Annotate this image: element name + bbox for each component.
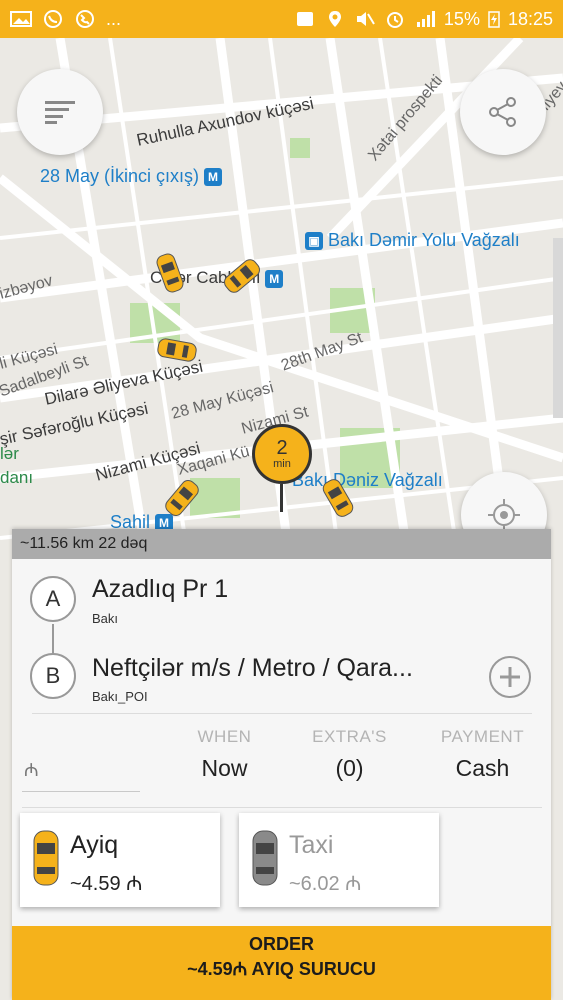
metro-icon: M <box>204 168 223 187</box>
crosshair-icon <box>488 499 520 531</box>
clock: 18:25 <box>507 8 553 29</box>
taxi-car-icon <box>33 830 59 886</box>
eta-pin: 2 min <box>252 424 312 514</box>
add-stop-button[interactable] <box>489 656 531 698</box>
pickup-marker: A <box>30 576 76 622</box>
signal-icon <box>416 11 435 27</box>
wallet-icon <box>296 12 313 26</box>
pickup-city: Bakı <box>92 611 119 626</box>
mute-icon <box>356 12 375 26</box>
order-button[interactable]: ORDER ~4.59₼ AYIQ SURUCU <box>12 926 551 1000</box>
dropoff-city: Bakı_POI <box>92 689 148 704</box>
option-payment-header: PAYMENT <box>440 727 525 746</box>
menu-icon <box>45 101 75 124</box>
option-payment[interactable]: PAYMENT Cash <box>420 727 545 782</box>
booking-panel: ~11.56 km 22 dəq A Azadlıq Pr 1 Bakı B N… <box>12 529 551 1000</box>
map-label-dani: danı <box>0 468 34 487</box>
option-extras-header: EXTRA'S <box>312 727 387 746</box>
charging-icon <box>488 11 500 28</box>
map-label-damir-yolu: ▣ Bakı Dəmir Yolu Vağzalı <box>305 230 520 251</box>
option-when-header: WHEN <box>197 727 252 746</box>
map-label-may28-exit-text: 28 May (İkinci çıxış) <box>40 166 200 186</box>
option-when[interactable]: WHEN Now <box>162 727 287 782</box>
car-icon <box>252 830 278 886</box>
tariff-fare: ~6.02 ₼ <box>289 873 362 895</box>
dropoff-marker: B <box>30 653 76 699</box>
eta-value: 2 <box>276 437 288 459</box>
option-payment-value: Cash <box>455 755 510 781</box>
order-label: ORDER <box>248 934 314 954</box>
eta-circle: 2 min <box>252 424 312 484</box>
share-button[interactable] <box>460 69 546 155</box>
tariff-card-taxi[interactable]: Taxi ~6.02 ₼ <box>239 813 439 907</box>
distance-bar: ~11.56 km 22 dəq <box>12 529 551 559</box>
divider <box>32 713 532 714</box>
option-extras[interactable]: EXTRA'S (0) <box>287 727 412 782</box>
status-ellipsis: ... <box>106 8 122 29</box>
metro-icon-2: M <box>265 269 284 288</box>
location-icon <box>328 11 341 27</box>
pickup-address[interactable]: Azadlıq Pr 1 <box>92 575 228 604</box>
option-when-value: Now <box>201 755 248 781</box>
option-extras-value: (0) <box>335 755 364 781</box>
bus-station-icon: ▣ <box>305 232 323 251</box>
status-bar: ... 15% 18:25 <box>0 0 563 38</box>
currency-symbol: ₼ <box>24 760 39 780</box>
tariff-name: Ayiq <box>70 831 119 859</box>
plus-circle-icon <box>500 667 520 687</box>
call-icon <box>76 10 94 28</box>
tariff-card-ayiq[interactable]: Ayiq ~4.59 ₼ <box>20 813 220 907</box>
menu-button[interactable] <box>17 69 103 155</box>
eta-unit: min <box>273 458 291 470</box>
price-input-underline[interactable] <box>22 791 140 792</box>
route-section: A Azadlıq Pr 1 Bakı B Neftçilər m/s / Me… <box>12 559 551 714</box>
pin-stem <box>280 484 283 512</box>
divider <box>22 807 542 808</box>
dropoff-address[interactable]: Neftçilər m/s / Metro / Qara... <box>92 654 413 683</box>
tariff-name: Taxi <box>289 831 334 859</box>
tariff-fare: ~4.59 ₼ <box>70 873 143 895</box>
whatsapp-icon <box>44 10 62 28</box>
battery-percent: 15% <box>443 8 480 29</box>
alarm-icon <box>386 12 403 28</box>
map-label-lar: lər <box>0 444 19 463</box>
order-price-label: ~4.59₼ AYIQ SURUCU <box>187 959 376 979</box>
map-label-deniz: Bakı Dəniz Vağzalı <box>292 470 443 490</box>
map-label-damir-text: Bakı Dəmir Yolu Vağzalı <box>328 230 520 250</box>
share-icon <box>489 97 516 127</box>
map-label-may28-exit: 28 May (İkinci çıxış) M <box>40 166 223 187</box>
image-icon <box>10 11 32 27</box>
